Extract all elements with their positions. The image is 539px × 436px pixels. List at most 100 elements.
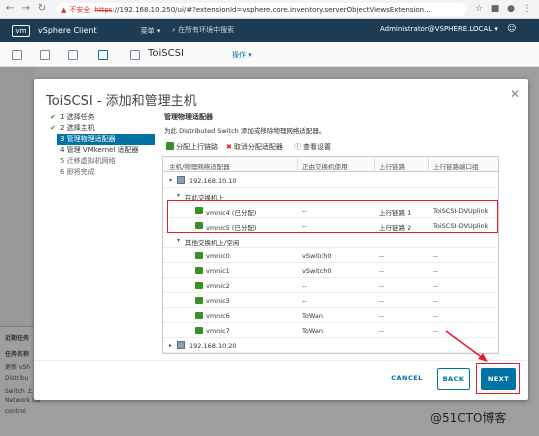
unassign-label: 取消分配适配器: [233, 143, 283, 151]
url-scheme: https: [94, 5, 113, 14]
wizard-step-manage-physical-adapters[interactable]: 3 管理物理适配器: [57, 134, 155, 145]
main-menu-button[interactable]: 菜单 ▾: [141, 26, 161, 36]
column-header[interactable]: 主机/物理网络适配器: [169, 161, 230, 171]
forward-arrow-icon[interactable]: →: [20, 3, 32, 15]
column-header[interactable]: 上行链路: [379, 161, 405, 171]
feedback-smiley-icon[interactable]: ☺: [507, 24, 516, 34]
column-divider: [374, 157, 375, 172]
adapter-row[interactable]: vmnic7 ToWan -- --: [163, 323, 498, 338]
nic-icon: [195, 312, 203, 319]
adapter-switch: vSwitch0: [302, 267, 332, 275]
adapter-uplink: --: [379, 282, 384, 290]
adapter-uplink: --: [379, 327, 384, 335]
adapter-name: vmnic6: [206, 312, 230, 320]
vms-templates-icon[interactable]: [40, 50, 50, 60]
browser-toolbar: ← → ↻ ▲ 不安全 https ://192.168.10.250/ui/#…: [0, 0, 539, 19]
nic-icon: [195, 282, 203, 289]
view-settings-button[interactable]: ⓘ 查看设置: [294, 142, 331, 152]
adapter-name: vmnic0: [206, 252, 230, 260]
watermark: @51CTO博客: [430, 411, 507, 425]
collapse-caret-icon[interactable]: ▾: [169, 177, 172, 184]
back-button[interactable]: BACK: [437, 368, 470, 390]
close-icon[interactable]: ✕: [510, 87, 520, 101]
insecure-warning-icon: ▲: [61, 5, 67, 14]
group-row[interactable]: ▾ 其他交换机上/空闲: [163, 233, 498, 248]
column-divider: [297, 157, 298, 172]
host-row[interactable]: ▸ 192.168.10.20: [163, 338, 498, 353]
cancel-button[interactable]: CANCEL: [381, 368, 433, 390]
object-title: ToiSCSI: [148, 48, 184, 59]
address-bar[interactable]: ▲ 不安全 https ://192.168.10.250/ui/#?exten…: [56, 3, 466, 16]
host-row[interactable]: ▾ 192.168.10.10: [163, 173, 498, 188]
dialog-title: ToiSCSI - 添加和管理主机: [46, 94, 197, 109]
expand-caret-icon[interactable]: ▸: [169, 342, 172, 349]
next-button-highlight: [476, 363, 520, 394]
step-label: 4 管理 VMkernel 适配器: [60, 146, 139, 154]
adapter-row[interactable]: vmnic0 vSwitch0 -- --: [163, 248, 498, 263]
unassign-adapter-button[interactable]: ✖ 取消分配适配器: [226, 142, 283, 152]
wizard-step-select-hosts[interactable]: ✔ 2 选择主机: [48, 123, 158, 134]
adapter-portgroup: --: [433, 312, 438, 320]
unassign-x-icon: ✖: [226, 143, 232, 151]
wizard-steps: ✔ 1 选择任务 ✔ 2 选择主机 3 管理物理适配器 4 管理 VMkernel …: [48, 112, 158, 178]
back-arrow-icon[interactable]: ←: [4, 3, 16, 15]
adapter-uplink: --: [379, 312, 384, 320]
step-label: 2 选择主机: [60, 124, 95, 132]
host-icon: [177, 176, 185, 184]
adapter-portgroup: --: [433, 327, 438, 335]
host-name: 192.168.10.20: [189, 342, 237, 350]
networking-icon[interactable]: [98, 50, 108, 60]
extension-icon[interactable]: ■: [490, 4, 500, 14]
grid-header: 主机/物理网络适配器 正由交换机使用 上行链路 上行链路端口组: [163, 157, 498, 172]
adapter-name: vmnic3: [206, 297, 230, 305]
add-manage-hosts-dialog: ToiSCSI - 添加和管理主机 ✕ ✔ 1 选择任务 ✔ 2 选择主机 3 管理…: [34, 79, 528, 400]
footer-divider: [34, 360, 528, 361]
view-settings-label: 查看设置: [303, 143, 331, 151]
adapter-portgroup: --: [433, 267, 438, 275]
adapter-row[interactable]: vmnic6 ToWan -- --: [163, 308, 498, 323]
adapter-switch: ToWan: [302, 327, 323, 335]
column-header[interactable]: 正由交换机使用: [302, 161, 348, 171]
adapter-switch: --: [302, 282, 307, 290]
step-label: 3 管理物理适配器: [60, 135, 116, 143]
nic-icon: [195, 297, 203, 304]
column-divider: [428, 157, 429, 172]
collapse-caret-icon[interactable]: ▾: [177, 237, 180, 244]
adapter-uplink: --: [379, 252, 384, 260]
wizard-step-select-task[interactable]: ✔ 1 选择任务: [48, 112, 158, 123]
adapter-portgroup: --: [433, 252, 438, 260]
check-icon: ✔: [50, 113, 56, 121]
wizard-step-migrate-vm-network: 5 迁移虚拟机网络: [48, 156, 158, 167]
vm-logo: vm: [12, 24, 30, 37]
assign-uplink-button[interactable]: 分配上行链路: [166, 142, 218, 152]
host-icon: [177, 341, 185, 349]
profile-icon[interactable]: ●: [506, 4, 516, 14]
step-heading: 管理物理适配器: [164, 113, 213, 121]
actions-menu[interactable]: 操作 ▾: [232, 50, 252, 60]
user-menu[interactable]: Administrator@VSPHERE.LOCAL ▾: [380, 25, 498, 33]
app-header: vm vSphere Client 菜单 ▾ ⌕ 在所有环境中搜索 Admini…: [0, 19, 539, 42]
step-label: 6 即将完成: [60, 168, 95, 176]
assigned-adapters-highlight: [167, 200, 498, 233]
storage-icon[interactable]: [68, 50, 78, 60]
adapter-row[interactable]: vmnic1 vSwitch0 -- --: [163, 263, 498, 278]
nic-icon: [195, 267, 203, 274]
adapter-switch: --: [302, 297, 307, 305]
adapter-row[interactable]: vmnic2 -- -- --: [163, 278, 498, 293]
collapse-caret-icon[interactable]: ▾: [177, 192, 180, 199]
adapter-uplink: --: [379, 297, 384, 305]
adapter-row[interactable]: vmnic3 -- -- --: [163, 293, 498, 308]
column-header[interactable]: 上行链路端口组: [433, 161, 479, 171]
nic-icon: [195, 252, 203, 259]
info-icon: ⓘ: [294, 143, 301, 151]
reload-icon[interactable]: ↻: [36, 3, 48, 15]
bookmark-star-icon[interactable]: ☆: [474, 4, 484, 14]
adapter-switch: vSwitch0: [302, 252, 332, 260]
wizard-step-manage-vmkernel[interactable]: 4 管理 VMkernel 适配器: [48, 145, 158, 156]
physical-adapter-grid: 主机/物理网络适配器 正由交换机使用 上行链路 上行链路端口组 ▾ 192.16…: [162, 156, 499, 354]
object-header: ToiSCSI 操作 ▾: [0, 42, 539, 67]
global-search-input[interactable]: ⌕ 在所有环境中搜索: [172, 25, 234, 35]
hosts-clusters-icon[interactable]: [12, 50, 22, 60]
browser-menu-icon[interactable]: ⋮: [522, 4, 532, 14]
adapter-portgroup: --: [433, 297, 438, 305]
